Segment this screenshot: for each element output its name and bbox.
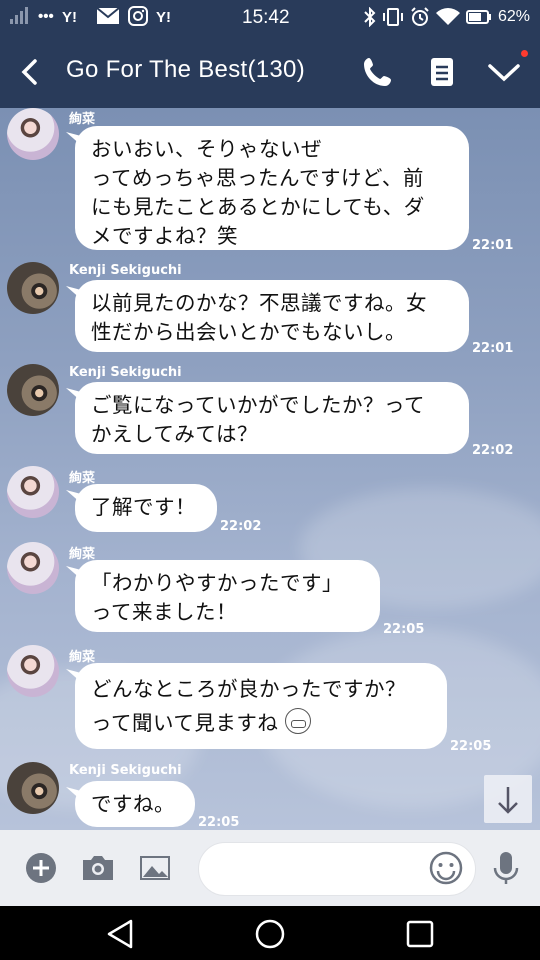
sender-name: 絢菜 <box>69 112 96 127</box>
message-bubble[interactable]: ですね。 <box>75 781 195 827</box>
message-line: って聞いて見ますね <box>91 711 279 735</box>
message-line: って来ました！ <box>91 600 237 624</box>
message-line: ってめっちゃ思ったんですけど、前 <box>91 166 424 190</box>
nav-recents-icon[interactable] <box>404 918 436 950</box>
message-time: 22:01 <box>472 238 514 253</box>
message-line: 以前見たのかな？不思議ですね。女 <box>91 291 427 315</box>
message-line: ですね。 <box>91 792 175 816</box>
message-time: 22:05 <box>383 622 425 637</box>
emoji-icon[interactable] <box>428 850 464 886</box>
message-time: 22:02 <box>220 519 262 534</box>
message-line: どんなところが良かったですか？ <box>91 677 406 701</box>
scroll-to-bottom-button[interactable] <box>484 775 532 823</box>
message-bubble[interactable]: ご覧になっていかがでしたか？って かえしてみては？ <box>75 382 469 454</box>
avatar[interactable] <box>7 262 59 314</box>
alarm-icon <box>411 7 429 26</box>
chat-header: Go For The Best(130) <box>0 36 540 108</box>
microphone-icon[interactable] <box>488 850 524 886</box>
message-input-bar <box>0 830 540 906</box>
yahoo-icon-2: Y! <box>156 9 171 24</box>
status-time: 15:42 <box>242 7 290 28</box>
avatar[interactable] <box>7 542 59 594</box>
avatar[interactable] <box>7 108 59 160</box>
message-bubble[interactable]: どんなところが良かったですか？ って聞いて見ますね <box>75 663 447 749</box>
message-line: 了解です！ <box>91 495 196 519</box>
message-line: 性だから出会いとかでもないし。 <box>91 320 406 344</box>
signal-icon <box>10 7 28 24</box>
notification-dot <box>521 50 528 57</box>
bluetooth-icon <box>364 7 376 27</box>
vibrate-icon <box>382 8 403 26</box>
avatar[interactable] <box>7 762 59 814</box>
message-bubble[interactable]: おいおい、そりゃないぜ ってめっちゃ思ったんですけど、前 にも見たことあるとかに… <box>75 126 469 250</box>
chat-title: Go For The Best(130) <box>66 56 305 83</box>
chevron-down-icon[interactable] <box>486 54 522 90</box>
message-line: おいおい、そりゃないぜ <box>91 137 322 161</box>
status-right-icons: 62% <box>364 7 530 27</box>
status-left-icons: ••• Y! Y! <box>8 6 182 26</box>
phone-icon[interactable] <box>360 54 396 90</box>
back-arrow-icon[interactable] <box>14 56 46 88</box>
more-dots: ••• <box>38 7 54 25</box>
svg-text:Y!: Y! <box>156 9 171 24</box>
wifi-icon <box>435 8 460 25</box>
nav-home-icon[interactable] <box>254 918 286 950</box>
message-time: 22:05 <box>450 739 492 754</box>
sender-name: Kenji Sekiguchi <box>69 763 182 778</box>
status-bar: ••• Y! Y! 15:42 62% <box>0 0 540 36</box>
notes-icon[interactable] <box>424 54 460 90</box>
yahoo-icon: Y! <box>62 9 77 24</box>
message-line: 「わかりやすかったです」 <box>91 571 343 595</box>
battery-icon <box>465 10 491 24</box>
image-icon[interactable] <box>137 850 173 886</box>
instagram-icon <box>127 6 148 26</box>
battery-percent: 62% <box>497 8 530 25</box>
message-line: メですよね？笑 <box>91 224 238 248</box>
plus-icon[interactable] <box>23 850 59 886</box>
message-bubble[interactable]: 了解です！ <box>75 484 217 532</box>
system-nav-bar <box>0 906 540 960</box>
sender-name: 絢菜 <box>69 650 96 665</box>
mail-icon <box>96 7 120 24</box>
grinning-emoji-icon <box>285 708 312 734</box>
message-time: 22:05 <box>198 815 240 830</box>
avatar[interactable] <box>7 364 59 416</box>
chat-area[interactable]: 絢菜 おいおい、そりゃないぜ ってめっちゃ思ったんですけど、前 にも見たことある… <box>0 108 540 830</box>
arrow-down-icon <box>498 787 518 814</box>
svg-text:Y!: Y! <box>62 9 77 24</box>
avatar[interactable] <box>7 645 59 697</box>
message-time: 22:02 <box>472 443 514 458</box>
message-line: にも見たことあるとかにしても、ダ <box>91 195 425 219</box>
camera-icon[interactable] <box>80 850 116 886</box>
sender-name: 絢菜 <box>69 471 96 486</box>
sender-name: Kenji Sekiguchi <box>69 263 182 278</box>
message-time: 22:01 <box>472 341 514 356</box>
message-bubble[interactable]: 以前見たのかな？不思議ですね。女 性だから出会いとかでもないし。 <box>75 280 469 352</box>
nav-back-icon[interactable] <box>105 918 137 950</box>
sender-name: Kenji Sekiguchi <box>69 365 182 380</box>
message-line: かえしてみては？ <box>91 422 258 446</box>
message-line-with-emoji: って聞いて見ますね <box>91 706 431 740</box>
sender-name: 絢菜 <box>69 547 96 562</box>
message-bubble[interactable]: 「わかりやすかったです」 って来ました！ <box>75 560 380 632</box>
message-line: ご覧になっていかがでしたか？って <box>91 393 425 417</box>
avatar[interactable] <box>7 466 59 518</box>
